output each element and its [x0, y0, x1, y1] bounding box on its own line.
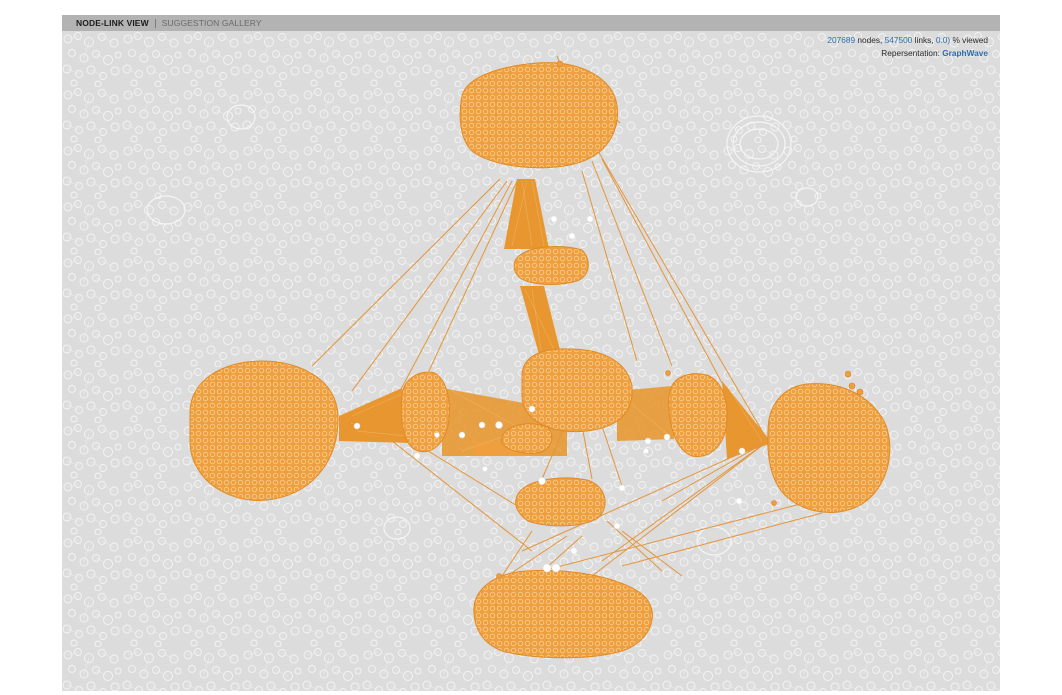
tab-suggestion-gallery[interactable]: SUGGESTION GALLERY [156, 15, 268, 31]
cluster-upper-middle[interactable] [513, 246, 589, 285]
cluster-lower-middle[interactable] [515, 477, 606, 527]
nodes-count: 207689 [827, 35, 856, 45]
cluster-center[interactable] [521, 348, 633, 433]
links-label: links, [914, 35, 934, 45]
nodes-label: nodes, [857, 35, 883, 45]
links-count: 547500 [884, 35, 913, 45]
cluster-center-lower[interactable] [501, 423, 553, 454]
view-tab-bar: NODE-LINK VIEW SUGGESTION GALLERY [62, 15, 1000, 31]
representation-line: Repersentation: GraphWave [827, 47, 988, 60]
cluster-left-inner[interactable] [400, 371, 450, 453]
viewed-percent: 0.0) [935, 35, 951, 45]
representation-label: Repersentation: [881, 47, 940, 58]
cluster-top[interactable] [459, 62, 618, 169]
app-window: NODE-LINK VIEW SUGGESTION GALLERY 207689… [62, 15, 1000, 691]
representation-value[interactable]: GraphWave [942, 48, 988, 58]
tab-node-link-view[interactable]: NODE-LINK VIEW [62, 15, 155, 31]
stats-counts-line: 207689 nodes, 547500 links, 0.0) % viewe… [827, 34, 988, 47]
node-link-canvas[interactable] [62, 31, 1000, 691]
viewed-label: % viewed [952, 35, 988, 45]
graph-stats-panel: 207689 nodes, 547500 links, 0.0) % viewe… [827, 34, 988, 59]
